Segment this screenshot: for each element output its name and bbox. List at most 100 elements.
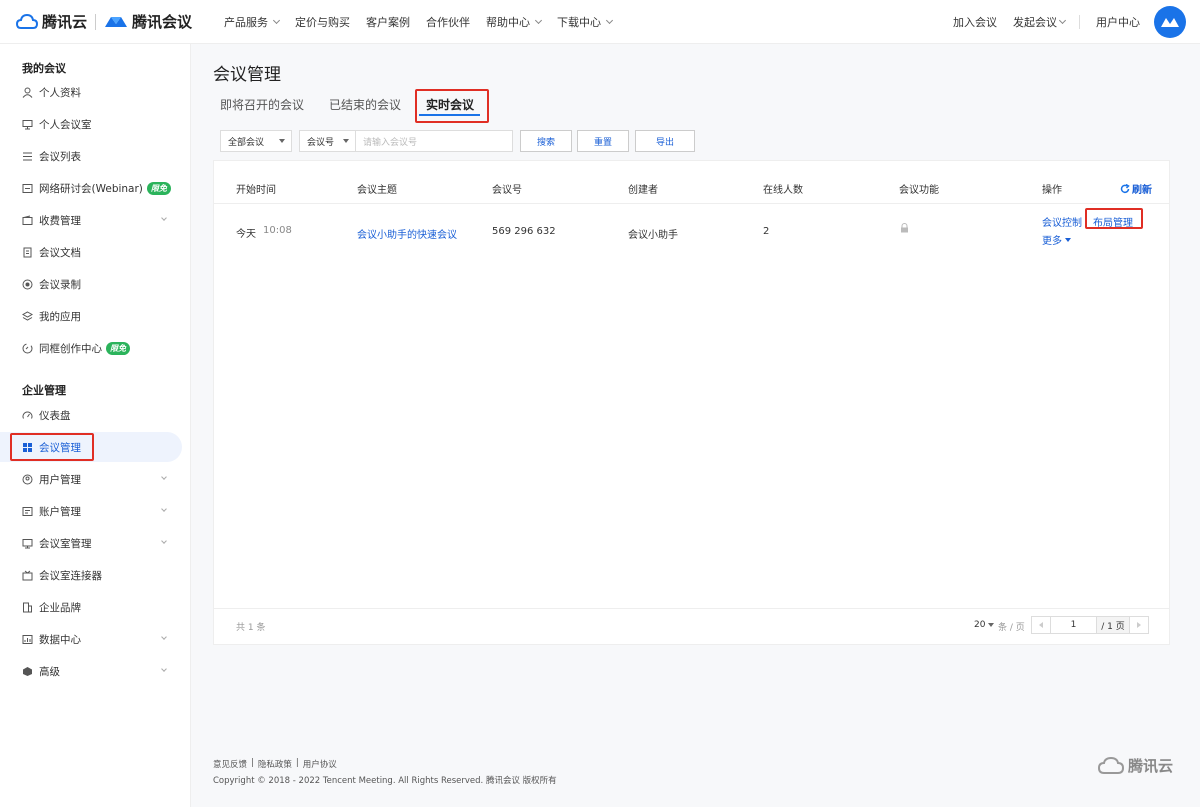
sidebar-item-profile[interactable]: 个人资料 (0, 77, 182, 107)
reset-button[interactable]: 重置 (577, 130, 629, 152)
start-meeting-link[interactable]: 发起会议 (1013, 14, 1067, 30)
sidebar-item-room-management[interactable]: 会议室管理 (0, 528, 182, 558)
free-badge: 限免 (146, 181, 171, 195)
wallet-icon (22, 215, 33, 226)
more-actions-link[interactable]: 更多 (1042, 232, 1071, 247)
per-page-unit: 条 / 页 (998, 623, 1025, 633)
avatar[interactable] (1154, 6, 1186, 38)
col-actions: 操作 (1042, 185, 1062, 196)
sidebar-item-recording[interactable]: 会议录制 (0, 269, 182, 299)
chevron-down-icon (161, 215, 167, 221)
sidebar-item-user-management[interactable]: 用户管理 (0, 464, 182, 494)
total-pages: / 1 页 (1096, 616, 1130, 634)
caret-down-icon (988, 623, 995, 627)
main-content: 会议管理 即将召开的会议 已结束的会议 实时会议 全部会议 会议号 请输入会议号… (191, 44, 1200, 807)
caret-left-icon (1039, 622, 1043, 628)
prev-page-button[interactable] (1031, 616, 1051, 634)
sidebar-item-webinar[interactable]: 网络研讨会(Webinar) 限免 (0, 173, 182, 203)
select-value: 会议号 (307, 137, 335, 148)
sidebar-item-meeting-list[interactable]: 会议列表 (0, 141, 182, 171)
chevron-down-icon (161, 666, 167, 672)
cell-online: 2 (763, 226, 770, 237)
sidebar-item-label: 仪表盘 (39, 409, 71, 422)
page-number-input[interactable]: 1 (1050, 616, 1097, 634)
privacy-link[interactable]: 隐私政策 (258, 758, 292, 770)
nav-download[interactable]: 下载中心 (557, 14, 614, 30)
layers-icon (22, 310, 33, 322)
search-field-select[interactable]: 会议号 (299, 130, 355, 152)
creation-icon (22, 343, 33, 354)
room-icon (22, 538, 33, 549)
footer-logo-text: 腾讯云 (1128, 757, 1174, 775)
sidebar-item-label: 高级 (39, 665, 60, 678)
nav-label: 产品服务 (224, 15, 269, 29)
highlight-box (1085, 208, 1143, 229)
chevron-down-icon (605, 16, 614, 24)
sidebar-item-creation-center[interactable]: 同框创作中心 限免 (0, 333, 182, 363)
col-start-time: 开始时间 (236, 185, 276, 196)
start-meeting-label: 发起会议 (1013, 16, 1057, 29)
sidebar-item-label: 同框创作中心 (39, 342, 102, 355)
chevron-down-icon (161, 506, 167, 512)
sidebar-item-advanced[interactable]: 高级 (0, 656, 182, 686)
chevron-down-icon (161, 474, 167, 480)
record-icon (22, 279, 33, 290)
sidebar-item-account-management[interactable]: 账户管理 (0, 496, 182, 526)
col-features: 会议功能 (899, 185, 939, 196)
page-title: 会议管理 (213, 65, 281, 85)
nav-help[interactable]: 帮助中心 (486, 14, 543, 30)
feedback-link[interactable]: 意见反馈 (213, 758, 247, 770)
tencent-meeting-logo[interactable]: 腾讯会议 (104, 11, 192, 32)
nav-cases[interactable]: 客户案例 (366, 14, 410, 30)
nav-products[interactable]: 产品服务 (224, 14, 281, 30)
caret-down-icon (343, 139, 349, 143)
meeting-id-input[interactable]: 请输入会议号 (355, 130, 513, 152)
cell-topic-link[interactable]: 会议小助手的快速会议 (357, 226, 457, 241)
sidebar-item-data-center[interactable]: 数据中心 (0, 624, 182, 654)
sidebar-item-personal-room[interactable]: 个人会议室 (0, 109, 182, 139)
search-button[interactable]: 搜索 (520, 130, 572, 152)
page-size-select[interactable]: 20 (974, 620, 995, 630)
sidebar-item-documents[interactable]: 会议文档 (0, 237, 182, 267)
sidebar-item-enterprise-brand[interactable]: 企业品牌 (0, 592, 182, 622)
sidebar-item-label: 会议文档 (39, 246, 81, 259)
tencent-cloud-logo[interactable]: 腾讯云 (16, 11, 87, 32)
sidebar-section-enterprise: 企业管理 (22, 384, 66, 397)
export-button[interactable]: 导出 (635, 130, 695, 152)
page-size-value: 20 (974, 620, 986, 630)
sidebar-item-label: 会议录制 (39, 278, 81, 291)
sidebar-item-label: 个人资料 (39, 86, 81, 99)
chevron-down-icon (534, 16, 543, 24)
agreement-link[interactable]: 用户协议 (303, 758, 337, 770)
sidebar-item-billing[interactable]: 收费管理 (0, 205, 182, 235)
meeting-type-select[interactable]: 全部会议 (220, 130, 292, 152)
list-icon (22, 151, 33, 162)
sidebar-item-room-connector[interactable]: 会议室连接器 (0, 560, 182, 590)
join-meeting-link[interactable]: 加入会议 (953, 14, 997, 30)
user-center-link[interactable]: 用户中心 (1096, 14, 1140, 30)
refresh-button[interactable]: 刷新 (1120, 181, 1152, 196)
next-page-button[interactable] (1129, 616, 1149, 634)
pagination-divider (214, 608, 1169, 609)
top-navigation-bar: 腾讯云 腾讯会议 产品服务 定价与购买 客户案例 合作伙伴 帮助中心 下载中心 … (0, 0, 1200, 44)
nav-partners[interactable]: 合作伙伴 (426, 14, 470, 30)
cloud-logo-icon (16, 13, 38, 29)
tab-upcoming[interactable]: 即将召开的会议 (220, 96, 304, 113)
nav-label: 定价与购买 (295, 15, 351, 29)
monitor-icon (22, 119, 33, 130)
header-divider (214, 203, 1169, 204)
sidebar-item-label: 会议室管理 (39, 537, 92, 550)
tab-ended[interactable]: 已结束的会议 (329, 96, 401, 113)
chevron-down-icon (1058, 16, 1067, 25)
building-icon (22, 602, 33, 613)
sidebar-item-label: 网络研讨会(Webinar) (39, 182, 143, 195)
sidebar-item-label: 账户管理 (39, 505, 81, 518)
sidebar-item-my-apps[interactable]: 我的应用 (0, 301, 182, 331)
cell-meeting-id: 569 296 632 (492, 226, 556, 237)
sidebar-item-dashboard[interactable]: 仪表盘 (0, 400, 182, 430)
meeting-control-link[interactable]: 会议控制 (1042, 214, 1082, 229)
nav-pricing[interactable]: 定价与购买 (295, 14, 350, 30)
input-placeholder: 请输入会议号 (363, 137, 418, 148)
meetings-table: 开始时间 会议主题 会议号 创建者 在线人数 会议功能 操作 刷新 今天 10:… (213, 160, 1170, 645)
dashboard-icon (22, 410, 33, 421)
